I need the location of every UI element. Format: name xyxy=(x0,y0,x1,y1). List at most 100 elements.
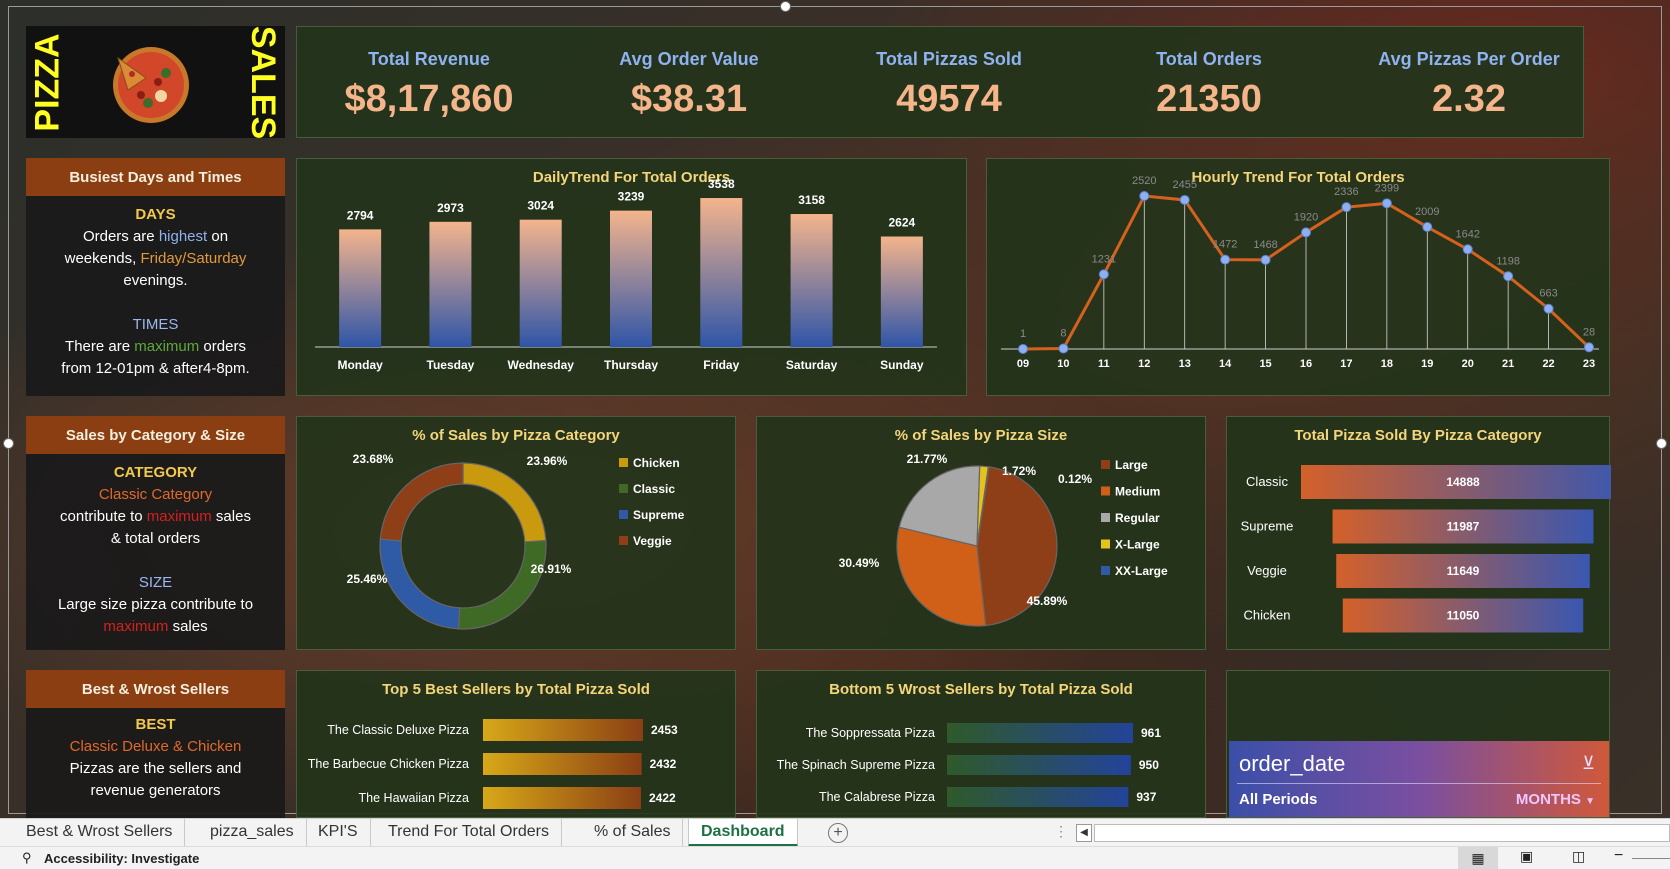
data-label: 1198 xyxy=(1496,255,1520,267)
tab-pct-sales[interactable]: % of Sales xyxy=(582,819,684,847)
data-label: 23.96% xyxy=(527,454,568,468)
legend-label: X-Large xyxy=(1115,538,1160,552)
bar xyxy=(790,214,833,347)
data-point xyxy=(1503,271,1514,282)
category-sold-panel: Total Pizza Sold By Pizza Category Class… xyxy=(1226,416,1611,650)
x-tick-label: Thursday xyxy=(604,358,658,372)
size-pct-panel: % of Sales by Pizza Size 45.89% 30.49% 21.… xyxy=(756,416,1206,650)
zoom-out-icon[interactable]: − xyxy=(1614,847,1623,865)
legend-label: Medium xyxy=(1115,485,1160,499)
x-tick-label: Friday xyxy=(703,358,739,372)
data-point xyxy=(1462,244,1473,255)
tab-split-handle-icon[interactable]: ⋮ xyxy=(1054,823,1068,840)
data-label: 25.46% xyxy=(347,572,388,586)
data-label: 1472 xyxy=(1213,239,1237,251)
data-label: 2624 xyxy=(889,216,916,230)
donut-slice xyxy=(462,462,547,543)
category-sold-chart: Classic 14888 Supreme 11987 Veggie 11649 Chick… xyxy=(1241,465,1611,633)
days-line-1: Orders are highest on xyxy=(82,228,229,245)
donut-slice xyxy=(379,462,464,542)
data-point xyxy=(1179,194,1190,205)
category-pct-panel: % of Sales by Pizza Category 23.96% 26.91… xyxy=(296,416,736,650)
accessibility-status[interactable]: Accessibility: Investigate xyxy=(44,851,199,866)
data-label: 950 xyxy=(1139,758,1159,772)
brand-right-text: SALES xyxy=(244,25,283,139)
size-line-2: maximum sales xyxy=(103,618,208,635)
data-label: 0.12% xyxy=(1058,472,1092,486)
bar xyxy=(483,719,643,741)
data-label: 30.49% xyxy=(839,556,880,570)
size-heading: SIZE xyxy=(138,574,173,591)
category-label: Chicken xyxy=(1244,608,1291,623)
logo-panel: PIZZA SALES xyxy=(26,25,285,139)
add-sheet-icon[interactable]: + xyxy=(828,823,848,843)
legend-label: Regular xyxy=(1115,511,1160,525)
legend-label: Large xyxy=(1115,458,1148,472)
best-worst-text: BEST Classic Deluxe & Chicken Pizzas are… xyxy=(26,714,285,802)
data-label: 2399 xyxy=(1375,182,1399,194)
data-label: 937 xyxy=(1136,790,1156,804)
resize-handle-right[interactable] xyxy=(1656,438,1667,449)
data-point xyxy=(1260,254,1271,265)
data-label: 663 xyxy=(1539,288,1557,300)
zoom-slider[interactable] xyxy=(1632,858,1670,859)
scroll-left-icon[interactable]: ◀ xyxy=(1076,824,1092,842)
data-label: 28 xyxy=(1583,326,1595,338)
category-label: The Spinach Supreme Pizza xyxy=(777,758,935,772)
tab-dashboard[interactable]: Dashboard xyxy=(688,819,798,847)
panel-header: Best & Wrost Sellers xyxy=(26,670,285,708)
bar xyxy=(429,221,472,347)
x-tick-label: Saturday xyxy=(786,358,838,372)
page-layout-view-icon[interactable]: ▣ xyxy=(1520,848,1533,865)
panel-header: Busiest Days and Times xyxy=(26,158,285,196)
slicer-title: order_date xyxy=(1239,751,1346,776)
kpi-label: Total Pizzas Sold xyxy=(876,49,1022,69)
bar xyxy=(519,219,562,347)
order-date-slicer[interactable]: order_date ⊻ All Periods MONTHS ▼ xyxy=(1229,741,1609,817)
data-label: 21.77% xyxy=(907,452,948,466)
legend-swatch xyxy=(1101,486,1110,496)
category-donut-chart: 23.96% 26.91% 25.46% 23.68% Chicken Classic Su… xyxy=(347,452,685,630)
slicer-period-label: All Periods xyxy=(1239,791,1318,808)
legend-label: Veggie xyxy=(633,534,672,548)
kpi-value: 2.32 xyxy=(1432,78,1506,120)
data-point xyxy=(1018,343,1028,354)
donut-slice xyxy=(457,539,547,630)
bar xyxy=(483,787,641,809)
tab-pizza-sales[interactable]: pizza_sales xyxy=(198,819,307,847)
data-label: 11649 xyxy=(1447,564,1480,578)
tab-trend-total-orders[interactable]: Trend For Total Orders xyxy=(376,819,562,847)
data-point xyxy=(1422,222,1433,233)
bar xyxy=(947,723,1133,743)
x-tick-label: 14 xyxy=(1219,358,1232,370)
data-label: 8 xyxy=(1060,328,1066,340)
data-point xyxy=(1301,227,1311,238)
data-label: 2432 xyxy=(650,757,677,771)
horizontal-scrollbar[interactable] xyxy=(1094,824,1670,842)
legend-swatch xyxy=(619,484,628,493)
accessibility-icon[interactable]: ⚲ xyxy=(22,850,32,866)
x-tick-label: 11 xyxy=(1098,358,1110,370)
top5-chart: The Classic Deluxe Pizza 2453 The Barbecue… xyxy=(308,719,678,809)
days-heading: DAYS xyxy=(135,206,176,223)
normal-view-icon[interactable]: ▦ xyxy=(1458,847,1498,869)
resize-handle-left[interactable] xyxy=(3,438,14,449)
times-heading: TIMES xyxy=(132,316,179,333)
page-break-view-icon[interactable]: ◫ xyxy=(1572,848,1585,865)
x-tick-label: 09 xyxy=(1017,358,1029,370)
data-label: 3024 xyxy=(527,199,554,213)
filter-clear-icon[interactable]: ⊻ xyxy=(1582,753,1595,774)
tab-kpis[interactable]: KPI'S xyxy=(306,819,371,847)
sheet-tabs-bar: Best & Wrost Sellers pizza_sales KPI'S T… xyxy=(0,818,1670,847)
best-line-3: revenue generators xyxy=(90,782,221,799)
category-label: The Barbecue Chicken Pizza xyxy=(308,757,469,771)
category-heading: CATEGORY xyxy=(113,464,198,481)
category-label: The Calabrese Pizza xyxy=(819,790,935,804)
data-label: 11987 xyxy=(1447,520,1480,534)
resize-handle-top[interactable] xyxy=(780,1,791,12)
x-tick-label: 13 xyxy=(1179,358,1191,370)
bar xyxy=(947,787,1129,807)
size-line-1: Large size pizza contribute to xyxy=(57,596,254,613)
tab-best-worst-sellers[interactable]: Best & Wrost Sellers xyxy=(14,819,186,847)
slicer-unit-dropdown[interactable]: MONTHS ▼ xyxy=(1516,791,1595,808)
